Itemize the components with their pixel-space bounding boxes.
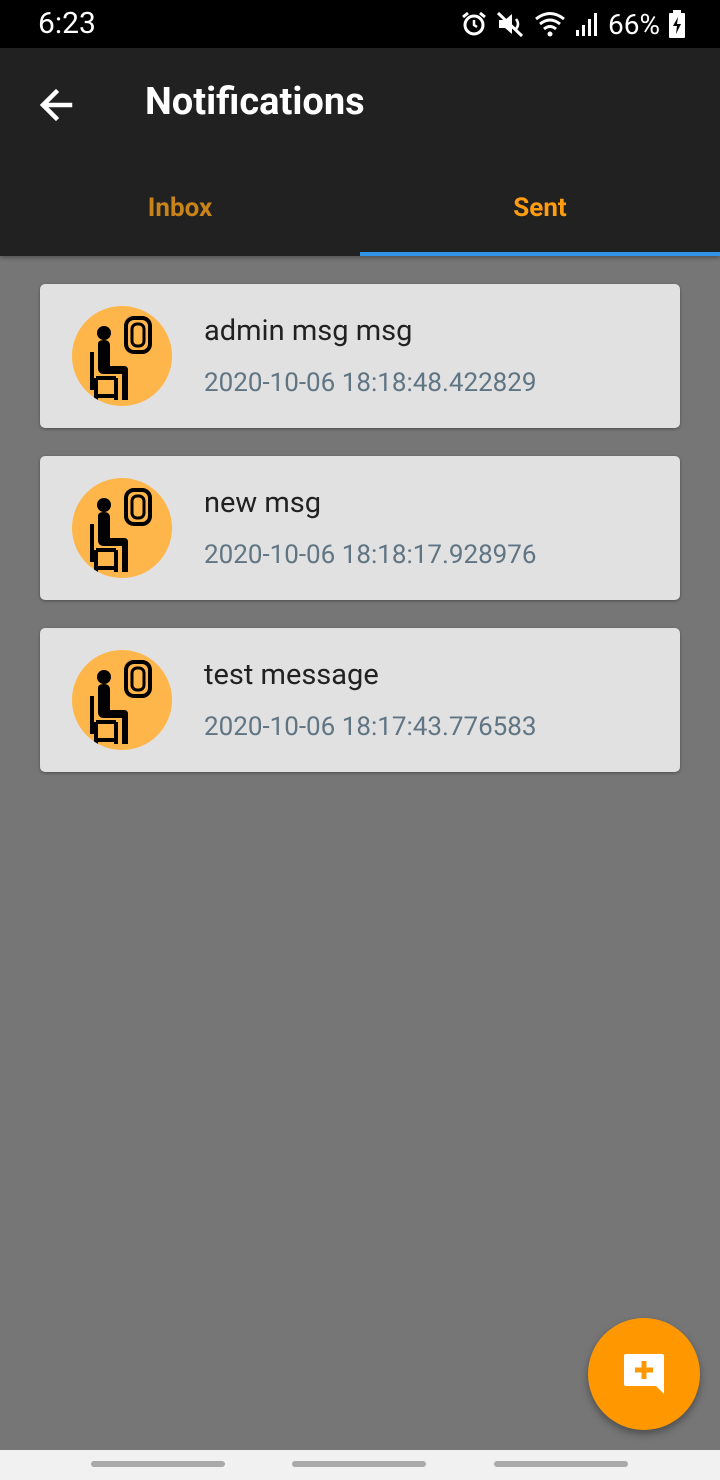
add-comment-icon <box>624 1354 664 1394</box>
message-timestamp: 2020-10-06 18:18:17.928976 <box>204 540 537 570</box>
passenger-window-icon <box>90 660 152 744</box>
message-card[interactable]: test message 2020-10-06 18:17:43.776583 <box>40 628 680 772</box>
tab-inbox[interactable]: Inbox <box>0 160 360 256</box>
message-avatar <box>72 306 172 406</box>
system-nav-bar <box>0 1450 720 1480</box>
message-list: admin msg msg 2020-10-06 18:18:48.422829… <box>40 284 680 800</box>
message-card[interactable]: new msg 2020-10-06 18:18:17.928976 <box>40 456 680 600</box>
tab-indicator <box>360 252 720 256</box>
message-card[interactable]: admin msg msg 2020-10-06 18:18:48.422829 <box>40 284 680 428</box>
tab-sent[interactable]: Sent <box>360 160 720 256</box>
mute-icon <box>496 11 524 38</box>
message-title: test message <box>204 658 379 692</box>
wifi-icon <box>535 12 565 37</box>
page-title: Notifications <box>145 80 365 124</box>
tab-inbox-label: Inbox <box>147 193 213 223</box>
message-timestamp: 2020-10-06 18:17:43.776583 <box>204 712 537 742</box>
new-message-button[interactable] <box>588 1318 700 1430</box>
status-icons: 66% <box>460 6 686 42</box>
battery-charging-icon <box>669 10 685 38</box>
alarm-icon <box>462 11 486 36</box>
arrow-back-icon <box>39 88 73 122</box>
back-button[interactable] <box>26 70 86 140</box>
passenger-window-icon <box>90 488 152 572</box>
message-title: admin msg msg <box>204 314 413 348</box>
signal-icon <box>576 13 598 36</box>
app-bar: Notifications Inbox Sent <box>0 48 720 256</box>
status-time: 6:23 <box>38 6 96 41</box>
status-bar: 6:23 66% <box>0 0 720 48</box>
passenger-window-icon <box>90 316 152 400</box>
tab-sent-label: Sent <box>513 193 567 223</box>
battery-percentage: 66% <box>608 7 660 41</box>
nav-home-handle[interactable] <box>292 1461 426 1467</box>
message-avatar <box>72 650 172 750</box>
message-timestamp: 2020-10-06 18:18:48.422829 <box>204 368 537 398</box>
nav-back-handle[interactable] <box>494 1461 628 1467</box>
message-avatar <box>72 478 172 578</box>
nav-recents-handle[interactable] <box>91 1461 225 1467</box>
message-title: new msg <box>204 486 322 520</box>
tab-bar: Inbox Sent <box>0 160 720 256</box>
